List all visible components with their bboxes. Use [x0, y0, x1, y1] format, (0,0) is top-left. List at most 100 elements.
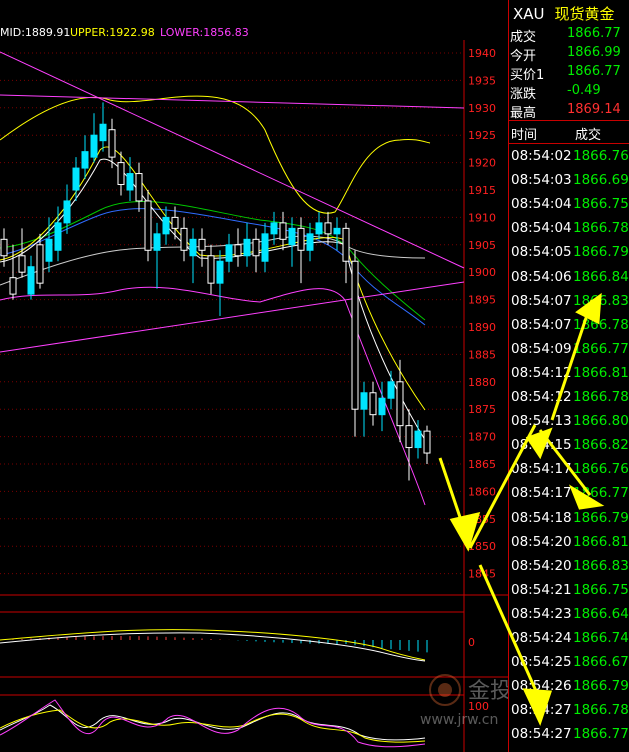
- tick-row[interactable]: 08:54:21 1866.75: [509, 582, 629, 606]
- legend-upper: UPPER:1922.98: [70, 26, 155, 39]
- candle-body: [144, 200, 152, 251]
- candle-body: [261, 233, 269, 262]
- candle-body: [234, 244, 242, 257]
- tick-price: 1866.77: [573, 485, 629, 502]
- price-tick-label: 1845: [468, 568, 496, 581]
- tick-row[interactable]: 08:54:17 1866.77: [509, 485, 629, 509]
- tick-row[interactable]: 08:54:07 1866.83: [509, 293, 629, 317]
- tick-row[interactable]: 08:54:24 1866.74: [509, 630, 629, 654]
- price-tick-label: 1855: [468, 513, 496, 526]
- ticks-header: 时间 成交: [509, 120, 629, 144]
- tick-row[interactable]: 08:54:27 1866.78: [509, 702, 629, 726]
- tick-time: 08:54:07: [511, 316, 572, 333]
- price-tick-label: 1920: [468, 157, 496, 170]
- tick-row[interactable]: 08:54:25 1866.67: [509, 654, 629, 678]
- price-tick-label: 1895: [468, 294, 496, 307]
- chart-svg: 1940 1935 1930 1925 1920 1915 1910 1905 1900 1895…: [0, 26, 508, 752]
- candle-body: [189, 238, 197, 257]
- candle-body: [342, 227, 350, 262]
- header-trade: 成交: [575, 128, 602, 143]
- tick-row[interactable]: 08:54:18 1866.79: [509, 510, 629, 534]
- tick-row[interactable]: 08:54:05 1866.79: [509, 244, 629, 268]
- legend-lower: LOWER:1856.83: [160, 26, 249, 39]
- tick-row[interactable]: 08:54:20 1866.83: [509, 558, 629, 582]
- candle-body: [396, 381, 404, 427]
- candle-body: [414, 430, 422, 449]
- tick-price: 1866.77: [573, 340, 629, 357]
- tick-row[interactable]: 08:54:07 1866.78: [509, 317, 629, 341]
- tick-row[interactable]: 08:54:12 1866.78: [509, 389, 629, 413]
- tick-price: 1866.77: [573, 726, 629, 743]
- price-tick-label: 1925: [468, 129, 496, 142]
- tick-time: 08:54:20: [511, 533, 572, 550]
- watermark-logo: [429, 674, 461, 706]
- tick-row[interactable]: 08:54:12 1866.81: [509, 365, 629, 389]
- tick-row[interactable]: 08:54:03 1866.69: [509, 172, 629, 196]
- candle-body: [225, 244, 233, 262]
- tick-price: 1866.84: [573, 268, 629, 285]
- price-tick-label: 1850: [468, 540, 496, 553]
- candle-body: [207, 255, 215, 284]
- tick-row[interactable]: 08:54:15 1866.82: [509, 437, 629, 461]
- candle-body: [162, 216, 170, 235]
- candle-body: [45, 238, 53, 262]
- tick-time: 08:54:06: [511, 268, 572, 285]
- tick-time: 08:54:23: [511, 605, 572, 622]
- candle-body: [297, 227, 305, 251]
- candle-body: [180, 227, 188, 251]
- tick-price: 1866.79: [573, 678, 629, 695]
- price-tick-label: 1870: [468, 431, 496, 444]
- candle-body: [351, 260, 359, 410]
- candle-body: [216, 260, 224, 284]
- candle-body: [135, 173, 143, 202]
- tick-time: 08:54:07: [511, 292, 572, 309]
- candle-body: [99, 123, 107, 142]
- candle-body: [117, 162, 125, 186]
- candle-body: [387, 381, 395, 399]
- tick-row[interactable]: 08:54:27 1866.77: [509, 726, 629, 750]
- tick-row[interactable]: 08:54:06 1866.84: [509, 269, 629, 293]
- tick-price: 1866.83: [573, 557, 629, 574]
- tick-time: 08:54:24: [511, 630, 572, 646]
- tick-time: 08:54:02: [511, 148, 572, 164]
- candle-body: [171, 216, 179, 229]
- tick-row[interactable]: 08:54:17 1866.76: [509, 461, 629, 485]
- kline-chart[interactable]: 1940 1935 1930 1925 1920 1915 1910 1905 1900 1895…: [0, 0, 508, 752]
- tick-row[interactable]: 08:54:02 1866.76: [509, 148, 629, 172]
- price-tick-label: 1865: [468, 458, 496, 471]
- tick-time: 08:54:18: [511, 509, 572, 526]
- tick-price: 1866.67: [573, 654, 629, 671]
- tick-time: 08:54:17: [511, 485, 572, 502]
- tick-price: 1866.78: [573, 702, 629, 719]
- tick-time: 08:54:26: [511, 678, 572, 695]
- price-tick-label: 1905: [468, 239, 496, 252]
- tick-price: 1866.82: [573, 437, 629, 454]
- tick-row[interactable]: 08:54:04 1866.78: [509, 220, 629, 244]
- candle-body: [288, 227, 296, 246]
- tick-row[interactable]: 08:54:04 1866.75: [509, 196, 629, 220]
- header-time: 时间: [511, 128, 538, 143]
- tick-row[interactable]: 08:54:13 1866.80: [509, 413, 629, 437]
- price-tick-label: 1890: [468, 321, 496, 334]
- candle-body: [270, 222, 278, 235]
- kdj-j-line: [0, 699, 426, 748]
- tick-row[interactable]: 08:54:26 1866.79: [509, 678, 629, 702]
- candle-body: [27, 266, 35, 295]
- quote-value: 1866.99: [567, 45, 621, 60]
- tick-price: 1866.81: [573, 364, 629, 381]
- quote-row: 买价1 1866.77: [509, 64, 629, 83]
- candle-body: [306, 233, 314, 251]
- price-tick-label: 1860: [468, 485, 496, 498]
- tick-row[interactable]: 08:54:09 1866.77: [509, 341, 629, 365]
- tick-row[interactable]: 08:54:23 1866.64: [509, 606, 629, 630]
- candle-body: [423, 430, 431, 454]
- candle-body: [369, 392, 377, 416]
- candle-body: [36, 244, 44, 284]
- tick-row[interactable]: 08:54:20 1866.81: [509, 534, 629, 558]
- price-tick-label: 1915: [468, 184, 496, 197]
- candle-body: [279, 222, 287, 240]
- quote-value: 1866.77: [567, 26, 621, 41]
- legend-mid: MID:1889.91: [0, 26, 70, 39]
- quote-value: -0.49: [567, 83, 601, 98]
- candlesticks: [0, 102, 431, 481]
